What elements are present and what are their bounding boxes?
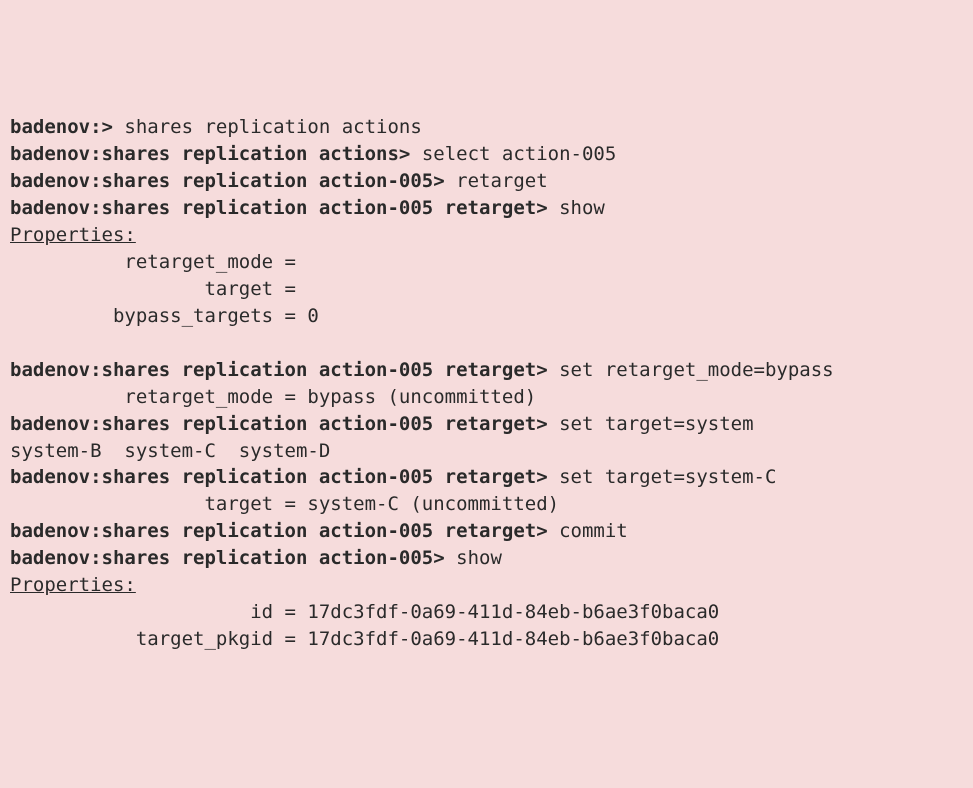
terminal-line: badenov:shares replication action-005 re… — [10, 411, 963, 438]
terminal-line: badenov:shares replication action-005 re… — [10, 518, 963, 545]
shell-prompt: badenov:shares replication action-005 re… — [10, 197, 548, 219]
terminal-line: target = system-C (uncommitted) — [10, 491, 963, 518]
shell-command: retarget — [445, 170, 548, 192]
terminal-line — [10, 330, 963, 357]
shell-command: show — [548, 197, 605, 219]
shell-command: select action-005 — [410, 143, 616, 165]
shell-command: shares replication actions — [113, 116, 422, 138]
terminal-line: id = 17dc3fdf-0a69-411d-84eb-b6ae3f0baca… — [10, 599, 963, 626]
terminal-line: Properties: — [10, 572, 963, 599]
shell-prompt: badenov:shares replication actions> — [10, 143, 410, 165]
terminal-line: badenov:shares replication action-005> s… — [10, 545, 963, 572]
shell-command: set target=system-C — [548, 466, 777, 488]
terminal-line: badenov:> shares replication actions — [10, 114, 963, 141]
output-text — [10, 332, 21, 354]
shell-prompt: badenov:shares replication action-005> — [10, 547, 445, 569]
terminal-line: target_pkgid = 17dc3fdf-0a69-411d-84eb-b… — [10, 626, 963, 653]
shell-prompt: badenov:shares replication action-005 re… — [10, 359, 548, 381]
shell-prompt: badenov:> — [10, 116, 113, 138]
terminal-output: badenov:> shares replication actionsbade… — [10, 114, 963, 653]
terminal-line: badenov:shares replication action-005 re… — [10, 464, 963, 491]
terminal-line: target = — [10, 276, 963, 303]
output-text: bypass_targets = 0 — [10, 305, 319, 327]
shell-command: set retarget_mode=bypass — [548, 359, 834, 381]
terminal-line: retarget_mode = bypass (uncommitted) — [10, 384, 963, 411]
terminal-line: badenov:shares replication actions> sele… — [10, 141, 963, 168]
shell-prompt: badenov:shares replication action-005> — [10, 170, 445, 192]
output-text: target = system-C (uncommitted) — [10, 493, 559, 515]
output-text: retarget_mode = — [10, 251, 296, 273]
terminal-line: retarget_mode = — [10, 249, 963, 276]
terminal-line: system-B system-C system-D — [10, 438, 963, 465]
terminal-line: badenov:shares replication action-005> r… — [10, 168, 963, 195]
terminal-line: Properties: — [10, 222, 963, 249]
output-text: system-B system-C system-D — [10, 440, 330, 462]
shell-command: show — [445, 547, 502, 569]
terminal-line: badenov:shares replication action-005 re… — [10, 195, 963, 222]
terminal-line: badenov:shares replication action-005 re… — [10, 357, 963, 384]
output-text: id = 17dc3fdf-0a69-411d-84eb-b6ae3f0baca… — [10, 601, 719, 623]
shell-command: commit — [548, 520, 628, 542]
output-text: Properties: — [10, 574, 136, 596]
shell-prompt: badenov:shares replication action-005 re… — [10, 466, 548, 488]
shell-prompt: badenov:shares replication action-005 re… — [10, 413, 548, 435]
output-text: target_pkgid = 17dc3fdf-0a69-411d-84eb-b… — [10, 628, 719, 650]
output-text: retarget_mode = bypass (uncommitted) — [10, 386, 536, 408]
output-text: target = — [10, 278, 296, 300]
shell-command: set target=system — [548, 413, 754, 435]
output-text: Properties: — [10, 224, 136, 246]
shell-prompt: badenov:shares replication action-005 re… — [10, 520, 548, 542]
terminal-line: bypass_targets = 0 — [10, 303, 963, 330]
